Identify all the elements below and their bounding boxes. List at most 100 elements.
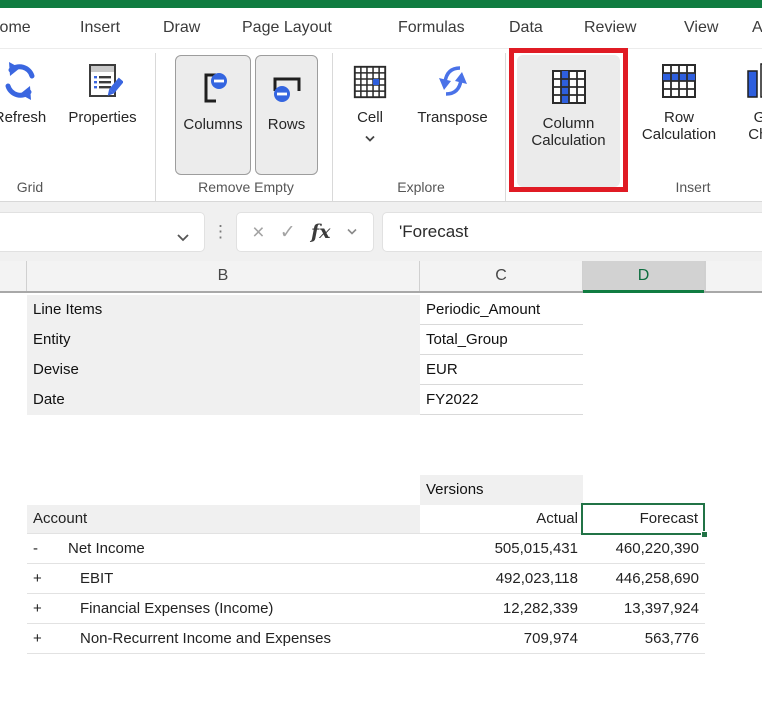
cell-line-items-label[interactable]: Line Items — [27, 295, 420, 325]
ribbon-tab-bar: Home Insert Draw Page Layout Formulas Da… — [0, 8, 762, 48]
group-label-insert: Insert — [633, 179, 753, 199]
cell-forecast-value[interactable]: 563,776 — [583, 624, 705, 653]
bar-chart-icon — [742, 55, 762, 101]
row-calculation-label: Row Calculation — [633, 109, 725, 143]
cell-forecast-value[interactable]: 460,220,390 — [583, 534, 705, 563]
ribbon: Refresh Properties — [0, 48, 762, 201]
tab-page-layout[interactable]: Page Layout — [242, 8, 332, 48]
name-box-chevron-icon[interactable] — [176, 229, 190, 247]
chart-label-line1: Gr — [754, 109, 762, 126]
excel-window: Home Insert Draw Page Layout Formulas Da… — [0, 0, 762, 714]
transpose-icon — [433, 55, 473, 101]
cell-actual-value[interactable]: 492,023,118 — [357, 564, 578, 593]
column-header-b[interactable]: B — [27, 261, 420, 291]
cell-versions-header[interactable]: Versions — [420, 475, 583, 505]
chart-button-clipped[interactable]: Gr Cha — [730, 55, 762, 143]
transpose-label: Transpose — [417, 109, 487, 126]
table-header-row: Account Actual Forecast — [27, 505, 705, 534]
table-row: - Net Income 505,015,431 460,220,390 — [27, 534, 705, 564]
cell-account-name[interactable]: Net Income — [68, 534, 145, 563]
group-label-remove-empty: Remove Empty — [175, 179, 317, 199]
collapse-sign[interactable]: - — [33, 534, 38, 563]
cell-forecast-value[interactable]: 446,258,690 — [583, 564, 705, 593]
name-box[interactable] — [0, 212, 205, 252]
group-label-grid: Grid — [0, 179, 80, 199]
group-separator — [332, 53, 333, 201]
cell-line-items-value[interactable]: Periodic_Amount — [420, 295, 583, 325]
column-header-a-sliver[interactable] — [0, 261, 27, 291]
cell-forecast-selected[interactable]: Forecast — [581, 503, 705, 535]
cell-actual-value[interactable]: 505,015,431 — [357, 534, 578, 563]
refresh-button[interactable]: Refresh — [0, 55, 58, 126]
column-header-c[interactable]: C — [420, 261, 583, 291]
rows-label: Rows — [268, 116, 306, 133]
tab-home[interactable]: Home — [0, 8, 31, 48]
title-bar-accent — [0, 0, 762, 8]
tab-view[interactable]: View — [684, 8, 718, 48]
column-header-d-selected[interactable]: D — [583, 261, 705, 291]
tab-clipped[interactable]: A — [752, 8, 762, 48]
expand-sign[interactable]: + — [33, 594, 42, 623]
tab-review[interactable]: Review — [584, 8, 636, 48]
cell-entity-value[interactable]: Total_Group — [420, 325, 583, 355]
transpose-button[interactable]: Transpose — [405, 55, 500, 126]
column-header-d-label: D — [638, 267, 650, 284]
column-calculation-button[interactable]: Column Calculation — [517, 55, 620, 187]
row-calculation-icon — [659, 55, 699, 101]
tab-data[interactable]: Data — [509, 8, 543, 48]
remove-empty-columns-button[interactable]: Columns — [175, 55, 251, 175]
cell-button[interactable]: Cell — [342, 55, 398, 148]
table-row: + Financial Expenses (Income) 12,282,339… — [27, 594, 705, 624]
cell-entity-label[interactable]: Entity — [27, 325, 420, 355]
cell-date-value[interactable]: FY2022 — [420, 385, 583, 415]
column-header-row: B C D — [0, 261, 762, 293]
table-row: + Non-Recurrent Income and Expenses 709,… — [27, 624, 705, 654]
info-label-block: Line Items Entity Devise Date — [27, 295, 420, 415]
properties-label: Properties — [68, 109, 136, 126]
cell-actual-value[interactable]: 709,974 — [357, 624, 578, 653]
properties-button[interactable]: Properties — [55, 55, 150, 126]
group-separator — [155, 53, 156, 201]
remove-columns-icon — [193, 62, 233, 108]
cell-account-name[interactable]: Financial Expenses (Income) — [80, 594, 273, 623]
cell-actual-header[interactable]: Actual — [420, 505, 583, 533]
group-label-explore: Explore — [342, 179, 500, 199]
refresh-icon — [0, 55, 40, 101]
tab-draw[interactable]: Draw — [163, 8, 200, 48]
refresh-label: Refresh — [0, 109, 46, 126]
fx-chevron-icon[interactable] — [346, 223, 358, 241]
cell-account-name[interactable]: Non-Recurrent Income and Expenses — [80, 624, 331, 653]
confirm-icon[interactable]: ✓ — [280, 223, 296, 242]
column-calculation-icon — [549, 61, 589, 107]
cell-label: Cell — [357, 109, 383, 126]
group-separator — [505, 53, 506, 201]
column-calculation-label: Column Calculation — [517, 115, 620, 149]
cell-devise-value[interactable]: EUR — [420, 355, 583, 385]
tab-insert[interactable]: Insert — [80, 8, 120, 48]
columns-label: Columns — [183, 116, 242, 133]
cancel-icon[interactable]: × — [252, 222, 264, 243]
cell-account-header[interactable]: Account — [27, 505, 420, 533]
remove-empty-rows-button[interactable]: Rows — [255, 55, 318, 175]
properties-icon — [83, 55, 123, 101]
cell-dropdown-chevron-icon[interactable] — [364, 130, 376, 148]
table-row: + EBIT 492,023,118 446,258,690 — [27, 564, 705, 594]
expand-sign[interactable]: + — [33, 564, 42, 593]
cell-date-label[interactable]: Date — [27, 385, 420, 415]
remove-rows-icon — [267, 62, 307, 108]
insert-function-icon[interactable]: fx — [311, 221, 331, 243]
tab-formulas[interactable]: Formulas — [398, 8, 465, 48]
cell-grid-icon — [351, 55, 389, 101]
formula-bar: ⋮ × ✓ fx 'Forecast — [0, 201, 762, 261]
cell-forecast-value[interactable]: 13,397,924 — [583, 594, 705, 623]
formula-input[interactable]: 'Forecast — [382, 212, 762, 252]
cell-actual-value[interactable]: 12,282,339 — [357, 594, 578, 623]
spreadsheet-grid: Line Items Entity Devise Date Periodic_A… — [0, 293, 762, 714]
column-header-e-sliver[interactable] — [705, 261, 762, 291]
expand-sign[interactable]: + — [33, 624, 42, 653]
cell-devise-label[interactable]: Devise — [27, 355, 420, 385]
forecast-header-label: Forecast — [640, 510, 698, 527]
row-calculation-button[interactable]: Row Calculation — [633, 55, 725, 143]
formula-buttons: × ✓ fx — [236, 212, 374, 252]
cell-account-name[interactable]: EBIT — [80, 564, 113, 593]
